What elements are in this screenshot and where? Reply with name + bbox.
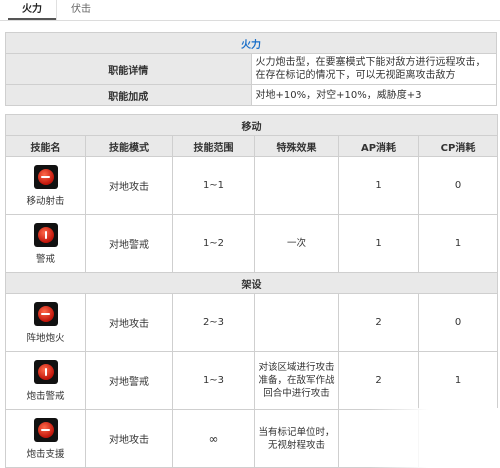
alert-icon bbox=[33, 359, 58, 384]
skill-name: 炮击支援 bbox=[26, 448, 65, 460]
watermark-fade bbox=[370, 408, 500, 468]
cannon-icon bbox=[33, 301, 58, 326]
fire-title: 火力 bbox=[5, 32, 497, 54]
skill-header-row: 技能名 技能模式 技能范围 特殊效果 AP消耗 CP消耗 bbox=[5, 135, 499, 157]
skill-ap: 2 bbox=[338, 351, 419, 410]
skill-effect: 对该区域进行攻击准备，在敌军作战回合中进行攻击 bbox=[254, 351, 339, 410]
skill-cp: 0 bbox=[417, 293, 499, 352]
skill-mode: 对地警戒 bbox=[85, 214, 173, 273]
skill-name: 警戒 bbox=[35, 253, 55, 265]
cannon-icon bbox=[33, 417, 58, 442]
duty-bonus-label: 职能加成 bbox=[5, 84, 252, 106]
cannon-icon bbox=[33, 164, 58, 189]
skill-cp: 1 bbox=[417, 214, 499, 273]
skill-name: 阵地炮火 bbox=[26, 332, 65, 344]
skill-range: ∞ bbox=[172, 409, 255, 468]
tab-ambush[interactable]: 伏击 bbox=[56, 0, 105, 20]
fire-info-table: 火力 职能详情 火力炮击型，在要塞模式下能对敌方进行远程攻击，在存在标记的情况下… bbox=[5, 32, 497, 106]
tab-bar: 火力 伏击 bbox=[0, 0, 500, 21]
col-cp-cost: CP消耗 bbox=[417, 135, 499, 157]
skill-effect: 当有标记单位时，无视射程攻击 bbox=[254, 409, 339, 468]
skill-range: 2~3 bbox=[172, 293, 255, 352]
skill-mode: 对地攻击 bbox=[85, 409, 173, 468]
skill-cp: 1 bbox=[417, 351, 499, 410]
skill-name: 炮击警戒 bbox=[26, 390, 65, 402]
table-row: 移动射击 对地攻击 1~1 1 0 bbox=[5, 156, 499, 215]
skill-range: 1~2 bbox=[172, 214, 255, 273]
col-ap-cost: AP消耗 bbox=[338, 135, 419, 157]
skill-ap: 1 bbox=[338, 214, 419, 273]
skill-cp: 0 bbox=[417, 156, 499, 215]
col-special-effect: 特殊效果 bbox=[254, 135, 339, 157]
skill-range: 1~1 bbox=[172, 156, 255, 215]
skill-mode: 对地攻击 bbox=[85, 293, 173, 352]
skill-effect bbox=[254, 156, 339, 215]
skill-mode: 对地警戒 bbox=[85, 351, 173, 410]
duty-detail-value: 火力炮击型，在要塞模式下能对敌方进行远程攻击，在存在标记的情况下，可以无视距离攻… bbox=[250, 53, 497, 85]
skill-effect bbox=[254, 293, 339, 352]
table-row: 阵地炮火 对地攻击 2~3 2 0 bbox=[5, 293, 499, 352]
col-skill-mode: 技能模式 bbox=[85, 135, 173, 157]
table-row: 炮击警戒 对地警戒 1~3 对该区域进行攻击准备，在敌军作战回合中进行攻击 2 … bbox=[5, 351, 499, 410]
move-title: 移动 bbox=[4, 114, 499, 136]
skill-mode: 对地攻击 bbox=[85, 156, 173, 215]
col-skill-name: 技能名 bbox=[5, 135, 86, 157]
tab-fire[interactable]: 火力 bbox=[8, 0, 56, 20]
table-row: 警戒 对地警戒 1~2 一次 1 1 bbox=[5, 214, 499, 273]
col-skill-range: 技能范围 bbox=[172, 135, 255, 157]
duty-bonus-value: 对地+10%，对空+10%，威胁度+3 bbox=[250, 84, 497, 106]
deploy-subtitle: 架设 bbox=[4, 272, 499, 294]
skill-ap: 2 bbox=[338, 293, 419, 352]
skill-name: 移动射击 bbox=[26, 195, 65, 207]
skill-ap: 1 bbox=[338, 156, 419, 215]
alert-icon bbox=[33, 222, 58, 247]
skill-effect: 一次 bbox=[254, 214, 339, 273]
skill-range: 1~3 bbox=[172, 351, 255, 410]
duty-detail-label: 职能详情 bbox=[5, 53, 252, 85]
